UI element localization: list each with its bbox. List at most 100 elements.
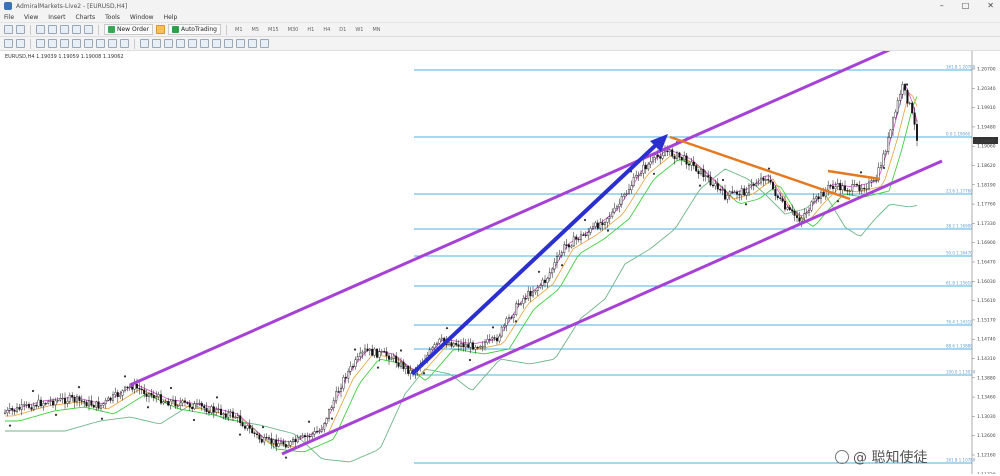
candle-body <box>637 174 640 177</box>
candle-body <box>138 388 141 390</box>
candle-body <box>707 175 710 178</box>
text-icon[interactable] <box>96 39 105 48</box>
crosshair-icon[interactable] <box>16 39 25 48</box>
fractal-marker <box>54 413 58 416</box>
candle-body <box>628 189 631 194</box>
market-watch-icon[interactable] <box>36 25 45 34</box>
tile-windows-icon[interactable] <box>200 39 209 48</box>
fractal-marker <box>491 326 495 329</box>
candle-body <box>30 407 33 410</box>
candle-body <box>162 401 165 404</box>
trend-arrow-line[interactable] <box>410 142 659 376</box>
candle-body <box>870 180 873 183</box>
candle-body <box>258 434 261 440</box>
menu-help[interactable]: Help <box>164 14 178 21</box>
timeframe-h1[interactable]: H1 <box>307 27 314 33</box>
terminal-icon[interactable] <box>72 25 81 34</box>
candle-body <box>536 287 539 291</box>
tester-icon[interactable] <box>84 25 93 34</box>
candle-body <box>171 400 174 402</box>
menu-window[interactable]: Window <box>130 14 154 21</box>
data-window-icon[interactable] <box>48 25 57 34</box>
timeframe-h4[interactable]: H4 <box>323 27 330 33</box>
line-chart-icon[interactable] <box>164 39 173 48</box>
fibonacci-icon[interactable] <box>84 39 93 48</box>
menu-charts[interactable]: Charts <box>76 14 96 21</box>
chart-window[interactable]: 161.8 1.20700 0.0 1.19060 23.6 1.17760 38.2… <box>0 30 1000 476</box>
minimize-button[interactable]: – <box>940 1 944 10</box>
candle-body <box>191 406 194 410</box>
cursor-icon[interactable] <box>4 39 13 48</box>
candle-body <box>52 400 55 406</box>
price-tick-label: 1.13460 <box>977 395 996 401</box>
toolbar-separator <box>134 38 135 49</box>
vertical-line-icon[interactable] <box>36 39 45 48</box>
metaeditor-icon[interactable] <box>156 25 166 34</box>
profiles-icon[interactable] <box>16 25 25 34</box>
candle-body <box>906 89 909 104</box>
timeframe-m1[interactable]: M1 <box>235 27 243 33</box>
fibonacci-retracement[interactable]: 161.8 1.20700 0.0 1.19060 23.6 1.17760 38.2… <box>414 65 976 464</box>
candle-body <box>407 366 410 374</box>
templates-icon[interactable] <box>260 39 269 48</box>
candle-body <box>222 413 225 415</box>
candle-body <box>392 355 395 359</box>
app-icon <box>4 2 12 10</box>
candle-body <box>498 335 501 342</box>
timeframe-m15[interactable]: M15 <box>268 27 279 33</box>
candle-body <box>644 164 647 170</box>
indicators-icon[interactable] <box>236 39 245 48</box>
channel-lower-line[interactable] <box>281 159 943 456</box>
timeframe-w1[interactable]: W1 <box>355 27 363 33</box>
fractal-marker <box>836 200 840 203</box>
fractal-marker <box>169 386 173 390</box>
candle-body <box>195 403 198 405</box>
candle-body <box>652 157 655 163</box>
new-chart-icon[interactable] <box>4 25 13 34</box>
candle-body <box>695 165 698 172</box>
price-tick-label: 1.16900 <box>977 240 996 246</box>
navigator-icon[interactable] <box>60 25 69 34</box>
candle-body <box>99 405 102 409</box>
equidistant-channel-icon[interactable] <box>72 39 81 48</box>
timeframe-d1[interactable]: D1 <box>339 27 346 33</box>
timeframe-m5[interactable]: M5 <box>252 27 260 33</box>
price-tick-label: 1.16470 <box>977 260 996 266</box>
close-button[interactable]: ✕ <box>987 1 994 10</box>
menu-file[interactable]: File <box>4 14 14 21</box>
new-order-button[interactable]: New Order <box>104 24 154 35</box>
candle-body <box>563 244 566 253</box>
candle-body <box>661 155 664 159</box>
autoscroll-icon[interactable] <box>212 39 221 48</box>
menu-tools[interactable]: Tools <box>105 14 120 21</box>
maximize-button[interactable]: □ <box>962 1 970 10</box>
drawn-objects[interactable] <box>129 30 943 456</box>
fractal-marker <box>215 396 219 399</box>
candlestick-icon[interactable] <box>152 39 161 48</box>
triangle-short-line[interactable] <box>827 169 881 181</box>
zoom-out-icon[interactable] <box>188 39 197 48</box>
horizontal-line-icon[interactable] <box>48 39 57 48</box>
chart-shift-icon[interactable] <box>224 39 233 48</box>
menu-view[interactable]: View <box>24 14 38 21</box>
timeframe-mn[interactable]: MN <box>372 27 380 33</box>
bar-chart-icon[interactable] <box>140 39 149 48</box>
price-chart[interactable]: 161.8 1.20700 0.0 1.19060 23.6 1.17760 38.2… <box>0 30 1000 476</box>
candle-body <box>587 232 590 236</box>
timeframe-m30[interactable]: M30 <box>288 27 299 33</box>
menu-bar: File View Insert Charts Tools Window Hel… <box>0 12 1000 23</box>
trendline-icon[interactable] <box>60 39 69 48</box>
autotrading-button[interactable]: AutoTrading <box>168 24 221 35</box>
arrows-icon[interactable] <box>120 39 129 48</box>
candle-body <box>174 400 177 407</box>
fractal-marker <box>31 389 35 393</box>
candle-body <box>868 181 871 189</box>
text-label-icon[interactable] <box>108 39 117 48</box>
candle-body <box>690 161 693 166</box>
zoom-in-icon[interactable] <box>176 39 185 48</box>
toolbar-separator <box>30 24 31 35</box>
menu-insert[interactable]: Insert <box>48 14 65 21</box>
candle-body <box>786 207 789 210</box>
candle-body <box>299 436 302 438</box>
periods-icon[interactable] <box>248 39 257 48</box>
